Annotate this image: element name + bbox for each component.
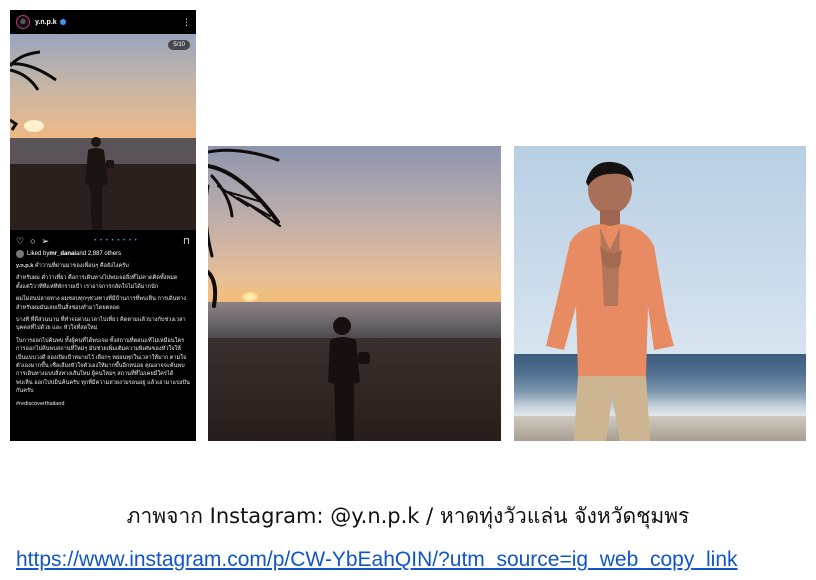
liked-by-suffix: and 2,887 others bbox=[76, 251, 122, 257]
likes-line: Liked by mr_danai and 2,887 others bbox=[10, 248, 196, 260]
caption-paragraph: สำหรับผม ค่ำว่าเที่ยว คือการเดินทางไปพบเ… bbox=[16, 275, 178, 290]
photo-credit: ภาพจาก Instagram: @y.n.p.k / หาดทุ่งวัวแ… bbox=[126, 504, 690, 528]
portrait-photo bbox=[514, 146, 806, 441]
hashtag[interactable]: #rediscoverthailand bbox=[16, 400, 190, 408]
caption-first-line: ค่ำวานที่ผ่านมาของเพื่อนๆ คือยังไงครับ bbox=[34, 263, 129, 269]
more-options-icon: ⋮ bbox=[182, 16, 191, 27]
source-link[interactable]: https://www.instagram.com/p/CW-YbEahQIN/… bbox=[16, 548, 738, 572]
verified-badge-icon bbox=[59, 19, 66, 25]
carousel-dots: • • • • • • • • bbox=[94, 238, 138, 244]
post-photo: 5/10 bbox=[10, 34, 196, 230]
caption-username[interactable]: y.n.p.k bbox=[16, 263, 33, 269]
bookmark-icon[interactable]: ⊓ bbox=[183, 236, 190, 247]
caption-paragraph: ผมไม่สนปลายทาง ผมชอบทุกๆช่วงทางที่มีบ้าน… bbox=[16, 296, 186, 311]
avatar bbox=[16, 15, 30, 29]
post-photo-scene bbox=[10, 50, 196, 230]
liker-avatar bbox=[16, 250, 24, 258]
image-counter: 5/10 bbox=[168, 40, 190, 50]
action-bar: ♡ ○ ➢ • • • • • • • • ⊓ bbox=[10, 230, 196, 248]
caption-paragraph: บางที ที่ดีส่วนนาน ที่ทำจอด่วนเวลาไปเที่… bbox=[16, 317, 186, 332]
comment-icon[interactable]: ○ bbox=[30, 236, 35, 246]
post-header: y.n.p.k ⋮ bbox=[10, 10, 196, 34]
liked-by-prefix: Liked by bbox=[27, 251, 50, 257]
share-icon[interactable]: ➢ bbox=[42, 236, 50, 247]
instagram-post-screenshot: y.n.p.k ⋮ 5/10 ♡ ○ ➢ • • • • • • • • ⊓ L… bbox=[10, 10, 196, 441]
post-caption: y.n.p.k ค่ำวานที่ผ่านมาของเพื่อนๆ คือยัง… bbox=[10, 260, 196, 414]
username: y.n.p.k bbox=[35, 18, 57, 26]
like-heart-icon[interactable]: ♡ bbox=[16, 236, 24, 247]
sunset-scene bbox=[208, 148, 370, 441]
liked-by-user[interactable]: mr_danai bbox=[49, 251, 76, 257]
man-figure bbox=[546, 161, 674, 441]
caption-paragraph: ในการออกไปค้นพบ ทั้งผู้คนที่ได้พบเจอ ทั้… bbox=[16, 337, 190, 395]
sunset-beach-photo bbox=[208, 146, 501, 441]
